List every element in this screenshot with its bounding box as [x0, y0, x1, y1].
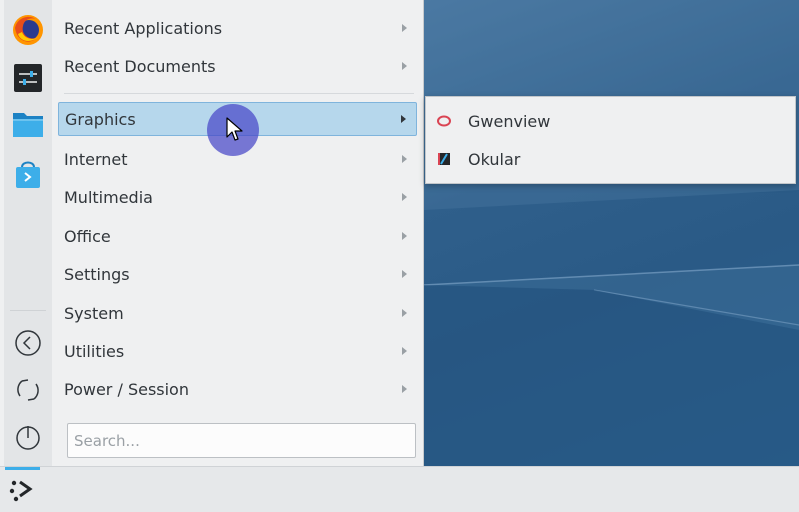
menu-item-label: Multimedia — [64, 187, 153, 207]
menu-item-utilities[interactable]: Utilities — [58, 334, 417, 368]
system-settings-favorite[interactable] — [12, 62, 44, 94]
menu-item-power-session[interactable]: Power / Session — [58, 372, 417, 406]
chevron-right-icon — [402, 270, 407, 278]
menu-item-settings[interactable]: Settings — [58, 257, 417, 291]
firefox-favorite[interactable] — [12, 14, 44, 46]
leave-button[interactable] — [12, 327, 44, 359]
chevron-right-icon — [402, 24, 407, 32]
application-launcher-menu: Recent Applications Recent Documents Gra… — [0, 0, 424, 466]
application-launcher-button[interactable] — [6, 473, 38, 505]
submenu-item-label: Gwenview — [468, 111, 551, 131]
menu-item-label: Graphics — [65, 109, 136, 129]
store-bag-icon — [16, 161, 40, 188]
chevron-right-icon — [402, 309, 407, 317]
favorites-separator — [10, 310, 46, 311]
menu-item-label: Utilities — [64, 341, 125, 361]
chevron-right-icon — [402, 62, 407, 70]
restart-icon — [17, 379, 39, 401]
submenu-item-okular[interactable]: Okular — [434, 143, 789, 175]
okular-icon — [436, 151, 452, 167]
settings-sliders-icon — [14, 64, 42, 92]
menu-item-office[interactable]: Office — [58, 219, 417, 253]
chevron-right-icon — [402, 385, 407, 393]
menu-item-label: Recent Applications — [64, 18, 223, 38]
menu-item-label: Power / Session — [64, 379, 189, 399]
search-input[interactable] — [67, 423, 416, 458]
desktop-screen: Recent Applications Recent Documents Gra… — [0, 0, 799, 512]
menu-item-recent-documents[interactable]: Recent Documents — [58, 49, 417, 83]
wallpaper-graphic — [424, 0, 799, 466]
shutdown-button[interactable] — [12, 421, 44, 453]
menu-item-label: Office — [64, 226, 111, 246]
menu-item-label: Settings — [64, 264, 130, 284]
menu-item-label: System — [64, 303, 124, 323]
plasma-launcher-icon — [9, 480, 33, 502]
power-icon — [16, 426, 40, 450]
favorites-sidebar — [4, 0, 52, 466]
chevron-right-icon — [402, 193, 407, 201]
firefox-icon — [13, 15, 43, 45]
graphics-submenu: Gwenview Okular — [425, 96, 796, 184]
menu-item-multimedia[interactable]: Multimedia — [58, 180, 417, 214]
menu-separator — [64, 93, 414, 94]
menu-item-system[interactable]: System — [58, 296, 417, 330]
mouse-cursor-icon — [226, 117, 243, 141]
back-circle-icon — [15, 330, 41, 356]
restart-button[interactable] — [12, 374, 44, 406]
file-manager-favorite[interactable] — [12, 108, 44, 140]
chevron-right-icon — [402, 347, 407, 355]
menu-item-label: Internet — [64, 149, 128, 169]
menu-item-label: Recent Documents — [64, 56, 216, 76]
gwenview-icon — [436, 113, 452, 129]
menu-item-recent-applications[interactable]: Recent Applications — [58, 11, 417, 45]
chevron-right-icon — [401, 115, 406, 123]
submenu-item-gwenview[interactable]: Gwenview — [434, 105, 789, 137]
folder-icon — [13, 113, 43, 137]
desktop-wallpaper — [424, 0, 799, 466]
taskbar-panel — [0, 466, 799, 512]
discover-favorite[interactable] — [12, 158, 44, 190]
launcher-active-indicator — [5, 467, 40, 470]
chevron-right-icon — [402, 232, 407, 240]
submenu-item-label: Okular — [468, 149, 521, 169]
chevron-right-icon — [402, 155, 407, 163]
